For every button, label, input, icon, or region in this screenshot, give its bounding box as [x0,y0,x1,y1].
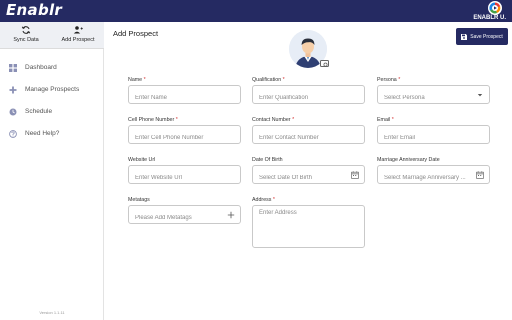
qualification-field: Qualification * [252,77,365,107]
user-name: ENABLR U. [473,15,506,21]
sync-data-button[interactable]: Sync Data [0,24,52,48]
contact-number-label: Contact Number [252,117,291,123]
grid-icon [9,64,17,72]
metatags-input-box [128,205,241,227]
dob-picker[interactable] [252,165,365,187]
sidebar-item-label: Dashboard [25,64,57,71]
sync-data-label: Sync Data [13,37,39,43]
address-input-box [252,205,365,248]
page-title: Add Prospect [113,29,159,38]
website-input-box [128,165,241,187]
sidebar: Sync Data Add Prospect Dashboard Manage … [0,22,104,320]
dob-field: Date Of Birth [252,157,365,187]
cell-phone-input-box [128,125,241,147]
app-logo[interactable]: Enablr [6,1,62,19]
required-marker: * [292,117,295,123]
sidebar-item-need-help[interactable]: Need Help? [0,124,104,146]
qualification-label: Qualification [252,77,282,83]
calendar-icon[interactable] [476,171,484,179]
persona-select[interactable] [377,85,490,107]
website-label: Website Url [128,157,156,163]
anniversary-picker[interactable] [377,165,490,187]
email-label: Email [377,117,391,123]
website-field: Website Url [128,157,241,187]
sync-icon [21,26,31,34]
save-prospect-label: Save Prospect [470,33,503,40]
add-metatag-plus-icon[interactable] [227,211,235,219]
top-bar: Enablr ENABLR U. [0,0,512,22]
persona-select-input[interactable] [378,89,489,107]
metatags-input[interactable] [129,209,240,227]
email-field: Email * [377,117,490,147]
sidebar-nav: Dashboard Manage Prospects Schedule Need… [0,58,104,146]
email-input[interactable] [378,129,489,147]
add-prospect-label: Add Prospect [61,37,95,43]
sidebar-item-manage-prospects[interactable]: Manage Prospects [0,80,104,102]
save-icon [461,33,468,40]
clock-icon [9,108,17,116]
camera-icon[interactable] [320,60,329,67]
contact-number-field: Contact Number * [252,117,365,147]
persona-label: Persona [377,77,397,83]
name-input[interactable] [129,89,240,107]
name-input-box [128,85,241,107]
metatags-field: Metatags [128,197,241,227]
required-marker: * [175,117,178,123]
qualification-input[interactable] [253,89,364,107]
sidebar-item-dashboard[interactable]: Dashboard [0,58,104,80]
sidebar-item-schedule[interactable]: Schedule [0,102,104,124]
address-textarea[interactable] [253,206,364,247]
add-person-icon [73,26,83,34]
anniversary-input[interactable] [378,169,489,187]
required-marker: * [272,197,275,203]
persona-field: Persona * [377,77,490,107]
sidebar-item-label: Need Help? [25,130,60,137]
sidebar-actions: Sync Data Add Prospect [0,22,104,49]
user-menu[interactable]: ENABLR U. [468,1,508,22]
sidebar-item-label: Manage Prospects [25,86,80,93]
chevron-down-icon [477,94,483,97]
sidebar-item-label: Schedule [25,108,53,115]
address-label: Address [252,197,272,203]
contact-number-input[interactable] [253,129,364,147]
add-prospect-button[interactable]: Add Prospect [52,24,104,48]
name-field: Name * [128,77,241,107]
metatags-label: Metatags [128,197,150,203]
user-avatar-icon [488,1,502,15]
profile-photo[interactable] [289,30,329,70]
help-icon [9,130,17,138]
anniversary-label: Marriage Anniversary Date [377,157,440,163]
qualification-input-box [252,85,365,107]
save-prospect-button[interactable]: Save Prospect [456,28,508,45]
email-input-box [377,125,490,147]
plus-icon [9,86,17,94]
website-input[interactable] [129,169,240,187]
cell-phone-input[interactable] [129,129,240,147]
cell-phone-label: Cell Phone Number [128,117,175,123]
calendar-icon[interactable] [351,171,359,179]
required-marker: * [282,77,285,83]
anniversary-field: Marriage Anniversary Date [377,157,490,187]
required-marker: * [391,117,394,123]
required-marker: * [143,77,146,83]
required-marker: * [398,77,401,83]
cell-phone-field: Cell Phone Number * [128,117,241,147]
contact-number-input-box [252,125,365,147]
dob-label: Date Of Birth [252,157,283,163]
app-version: Version 1.1.11 [39,310,65,315]
name-label: Name [128,77,143,83]
address-field: Address * [252,197,365,248]
main-content: Add Prospect Save Prospect Name * Enter … [104,22,512,320]
dob-input[interactable] [253,169,364,187]
